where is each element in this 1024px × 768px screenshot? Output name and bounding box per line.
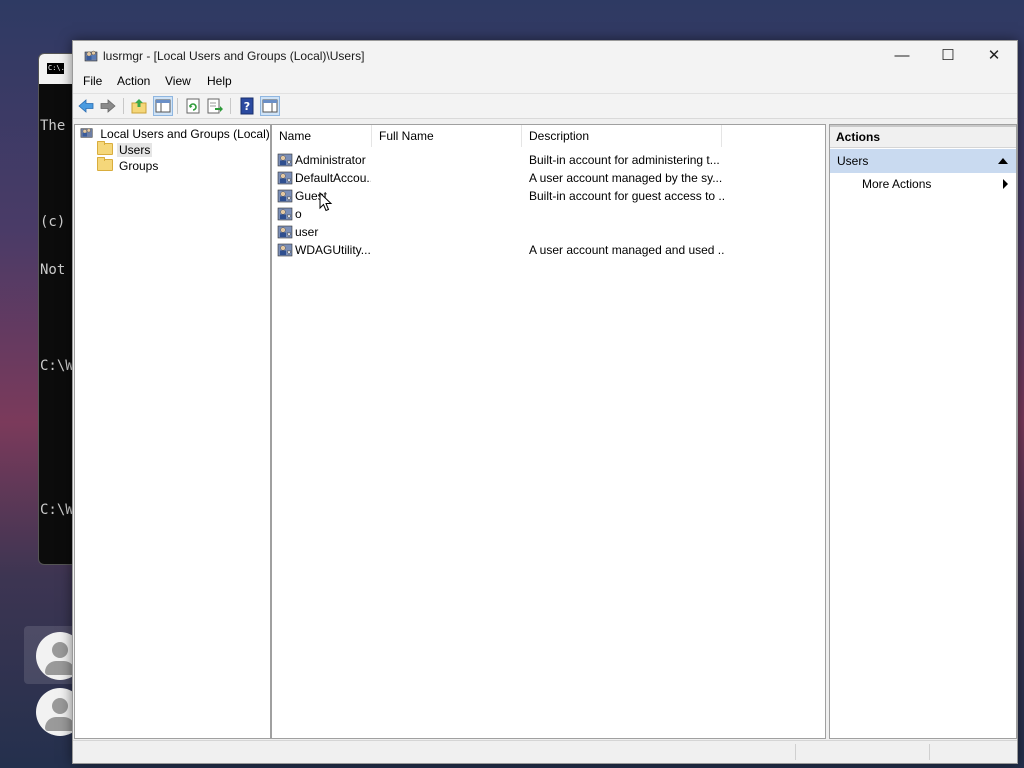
refresh-icon[interactable] [184,97,202,115]
user-account-icon [277,207,293,221]
user-account-icon [277,225,293,239]
user-account-icon [277,243,293,257]
up-folder-icon[interactable] [130,97,148,115]
title-bar[interactable]: lusrmgr - [Local Users and Groups (Local… [73,41,1017,71]
lusrmgr-window: lusrmgr - [Local Users and Groups (Local… [72,40,1018,764]
console-tree-pane[interactable]: Local Users and Groups (Local) Users Gro… [74,124,271,739]
cell-name: Guest [295,189,328,203]
submenu-arrow-icon [1003,179,1008,189]
collapse-triangle-icon[interactable] [998,158,1008,164]
user-account-icon [277,153,293,167]
status-bar [73,740,1017,763]
users-app-icon [84,50,98,62]
mouse-cursor-icon [319,192,333,212]
forward-arrow-icon[interactable] [99,97,117,115]
menu-action[interactable]: Action [117,74,150,88]
user-account-icon [277,189,293,203]
close-button[interactable]: ✕ [971,41,1017,71]
user-account-icon [277,171,293,185]
cell-description: A user account managed by the sy... [529,171,723,185]
export-list-icon[interactable] [206,97,224,115]
column-header-name[interactable]: Name [272,125,372,147]
table-row[interactable]: Administrator Built-in account for admini… [272,151,823,169]
tree-groups-label: Groups [119,159,159,173]
table-row[interactable]: o [272,205,823,223]
actions-section-users[interactable]: Users [830,149,1016,173]
more-actions-label: More Actions [862,177,932,191]
actions-section-label: Users [837,154,869,168]
window-title: lusrmgr - [Local Users and Groups (Local… [103,49,365,63]
table-row[interactable]: Guest Built-in account for guest access t… [272,187,823,205]
menu-view[interactable]: View [165,74,191,88]
back-arrow-icon[interactable] [77,97,95,115]
cell-name: o [295,207,302,221]
tree-item-users[interactable]: Users [97,141,153,158]
column-header-description[interactable]: Description [522,125,722,147]
console-tree-icon [155,99,171,113]
help-icon[interactable]: ? [238,97,256,115]
action-pane-icon [262,99,278,113]
console-icon: C:\. [47,63,65,74]
toolbar: ? [73,93,1017,119]
cell-name: WDAGUtility... [295,243,371,257]
tree-item-groups[interactable]: Groups [97,157,160,174]
users-list-pane[interactable]: Name Full Name Description Administrator… [271,124,826,739]
more-actions-item[interactable]: More Actions [830,173,1016,195]
cell-description: Built-in account for administering t... [529,153,720,167]
column-header-full-name[interactable]: Full Name [372,125,522,147]
cell-description: Built-in account for guest access to ... [529,189,724,203]
folder-icon [97,157,113,171]
menu-help[interactable]: Help [207,74,232,88]
tree-root-label: Local Users and Groups (Local) [100,127,270,141]
show-hide-action-pane-button[interactable] [260,96,280,116]
actions-pane: Actions Users More Actions [829,124,1017,739]
cell-description: A user account managed and used ... [529,243,724,257]
show-hide-tree-button[interactable] [153,96,173,116]
cell-name: user [295,225,319,239]
table-row[interactable]: DefaultAccou... A user account managed by… [272,169,823,187]
tree-users-label: Users [117,143,153,157]
menu-bar: File Action View Help [73,71,1017,93]
minimize-button[interactable]: — [879,41,925,71]
tree-item-root[interactable]: Local Users and Groups (Local) [79,126,272,142]
svg-text:?: ? [244,100,250,113]
actions-header: Actions [830,125,1016,148]
folder-icon [97,141,113,155]
cell-name: DefaultAccou... [295,171,371,185]
users-groups-icon [80,128,93,138]
menu-file[interactable]: File [83,74,102,88]
cell-name: Administrator [295,153,366,167]
maximize-button[interactable]: ☐ [925,41,971,71]
table-row[interactable]: user [272,223,823,241]
table-row[interactable]: WDAGUtility... A user account managed and… [272,241,823,259]
